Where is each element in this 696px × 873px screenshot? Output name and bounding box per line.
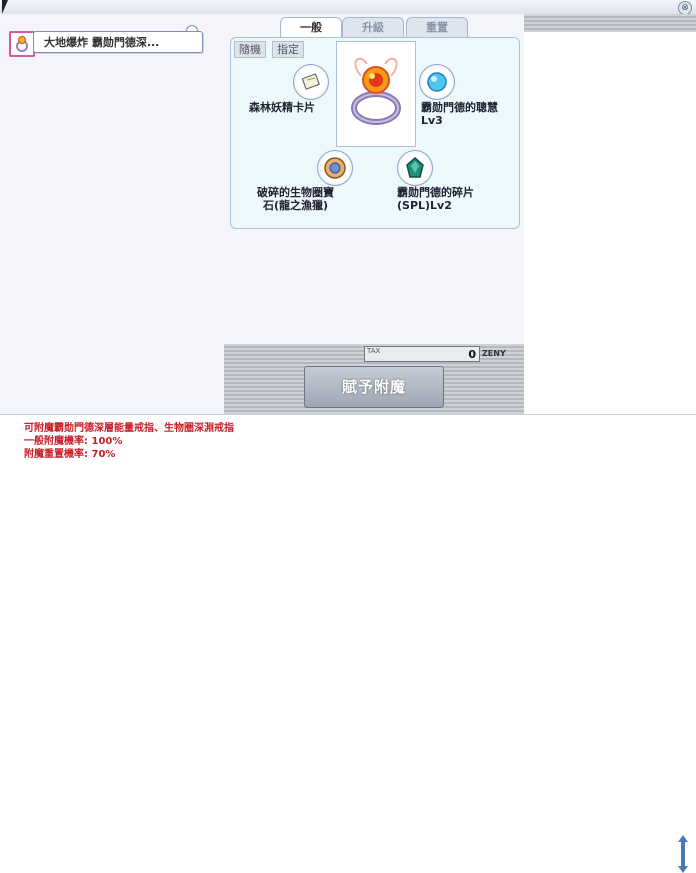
info-bar: 可附魔霸勋門德深層能量戒指、生物圈深淵戒指 一般附魔機率: 100% 附魔重置機…: [0, 414, 696, 873]
ring-icon: [351, 57, 401, 125]
close-button[interactable]: ⊗: [678, 1, 692, 15]
preview-header-strip: [524, 14, 696, 32]
shard-icon[interactable]: [397, 150, 433, 186]
equipment-panel: 大地爆炸 霸勋門德深...: [0, 14, 225, 414]
material-label-crystal: 霸勋門德的聰慧 Lv3: [421, 101, 498, 127]
tab-reset[interactable]: 重置: [406, 17, 468, 38]
tax-value: 0: [468, 348, 476, 361]
tab-general[interactable]: 一般: [280, 17, 342, 38]
gem-icon-graphic: [324, 157, 346, 179]
enchant-button[interactable]: 賦予附魔: [304, 366, 444, 408]
gem-icon[interactable]: [317, 150, 353, 186]
random-mode-button[interactable]: 隨機: [234, 41, 266, 58]
ring-icon[interactable]: [9, 31, 35, 57]
material-label-shard: 霸勋門德的碎片 (SPL)Lv2: [397, 186, 474, 212]
equipment-name: 大地爆炸 霸勋門德深...: [33, 31, 203, 53]
material-label-card: 森林妖精卡片: [249, 101, 315, 114]
scroll-arrows-icon[interactable]: [678, 835, 688, 873]
card-icon[interactable]: [293, 64, 329, 100]
tax-box: TAX 0: [364, 346, 480, 362]
enchant-materials-card: 隨機 指定 森林妖精卡片 霸勋門德的聰慧 Lv3 破碎的生物圈寶 石(龍之漁獵)…: [230, 37, 520, 229]
footer-panel: TAX 0 ZENY 賦予附魔: [224, 344, 524, 414]
preview-panel: [524, 14, 696, 414]
info-line-1: 可附魔霸勋門德深層能量戒指、生物圈深淵戒指: [24, 423, 234, 434]
title-bar: ⊗: [0, 0, 696, 15]
main-item-slot[interactable]: [336, 41, 416, 147]
zeny-label: ZENY: [482, 349, 506, 358]
crystal-icon[interactable]: [419, 64, 455, 100]
card-icon-graphic: [301, 73, 320, 90]
specified-mode-button[interactable]: 指定: [272, 41, 304, 58]
ring-icon-graphic: [16, 36, 28, 52]
tab-upgrade[interactable]: 升級: [342, 17, 404, 38]
crystal-icon-graphic: [427, 72, 447, 92]
shard-icon-graphic: [406, 157, 424, 178]
material-label-gem: 破碎的生物圈寶 石(龍之漁獵): [257, 186, 334, 212]
info-line-2: 一般附魔機率: 100%: [24, 436, 123, 447]
enchant-panel: 一般 升級 重置 隨機 指定 森林妖精卡片 霸勋門德的聰慧 Lv3 破碎的生物圈…: [224, 14, 524, 414]
mouse-cursor-icon: [2, 0, 8, 14]
tax-label: TAX: [367, 347, 381, 355]
info-line-3: 附魔重置機率: 70%: [24, 449, 116, 460]
